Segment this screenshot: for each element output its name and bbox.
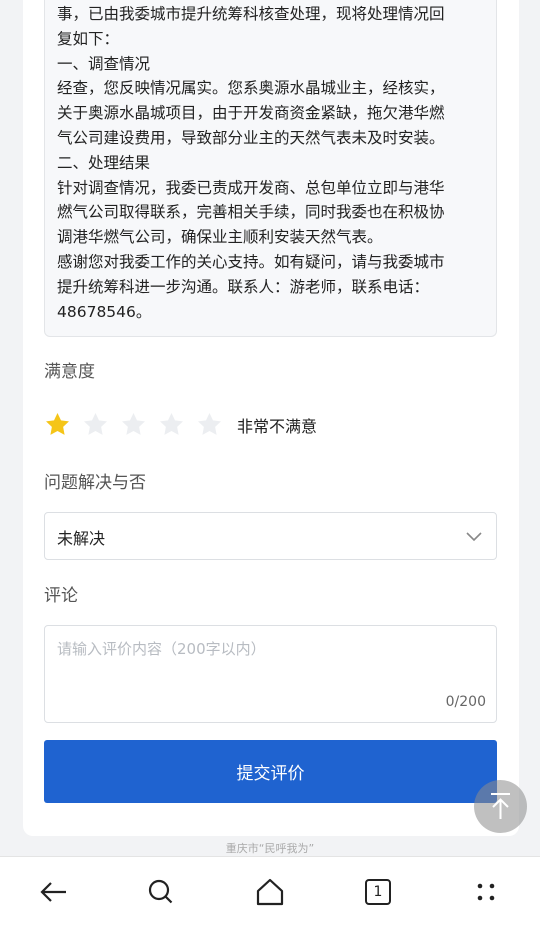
star-icon-3[interactable] — [120, 411, 147, 438]
reply-line: 复如下： — [57, 29, 120, 48]
reply-line: 事，已由我委城市提升统筹科核查处理，现将处理情况回 — [57, 5, 445, 23]
reply-line: 燃气公司取得联系，完善相关手续，同时我委也在积极协 — [57, 203, 445, 222]
satisfaction-title: 满意度 — [44, 362, 95, 382]
comment-title: 评论 — [44, 586, 78, 606]
rating-label: 非常不满意 — [237, 417, 318, 436]
resolved-select[interactable]: 未解决 — [44, 512, 497, 560]
star-rating[interactable] — [44, 409, 234, 439]
star-icon-4[interactable] — [158, 411, 185, 438]
star-icon-5[interactable] — [196, 411, 223, 438]
search-icon[interactable] — [144, 875, 178, 909]
tabs-icon[interactable]: 1 — [361, 875, 395, 909]
reply-line: 提升统筹科进一步沟通。联系人：游老师，联系电话： — [57, 277, 430, 296]
reply-line: 48678546。 — [57, 302, 152, 321]
reply-line: 调港华燃气公司，确保业主顺利安装天然气表。 — [57, 228, 383, 247]
comment-field-wrapper: 0/200 — [44, 625, 497, 723]
reply-line: 二、处理结果 — [57, 153, 151, 172]
evaluation-card: 事，已由我委城市提升统筹科核查处理，现将处理情况回 复如下： 一、调查情况 经查… — [23, 0, 519, 836]
reply-line: 针对调查情况，我委已责成开发商、总包单位立即与港华 — [57, 178, 445, 197]
browser-bottom-nav: 1 — [0, 856, 540, 926]
comment-textarea[interactable] — [45, 626, 496, 722]
resolved-select-value: 未解决 — [57, 529, 106, 548]
reply-line: 关于奥源水晶城项目，由于开发商资金紧缺，拖欠港华燃 — [57, 104, 445, 123]
chevron-down-icon — [466, 532, 482, 542]
reply-line: 气公司建设费用，导致部分业主的天然气表未及时安装。 — [57, 128, 445, 147]
arrow-up-icon — [491, 793, 510, 819]
tab-count: 1 — [373, 884, 383, 900]
char-counter: 0/200 — [445, 694, 486, 710]
reply-line: 经查，您反映情况属实。您系奥源水晶城业主，经核实， — [57, 79, 445, 98]
resolved-title: 问题解决与否 — [44, 473, 146, 493]
more-icon[interactable] — [469, 875, 503, 909]
star-icon-2[interactable] — [82, 411, 109, 438]
star-icon-1[interactable] — [44, 411, 71, 438]
home-icon[interactable] — [253, 875, 287, 909]
footer-text: 重庆市“民呼我为” — [225, 842, 315, 855]
back-arrow-icon[interactable] — [37, 875, 71, 909]
submit-evaluation-button[interactable]: 提交评价 — [44, 740, 497, 803]
reply-line: 一、调查情况 — [57, 54, 151, 73]
back-to-top-button[interactable] — [474, 780, 527, 833]
reply-line: 感谢您对我委工作的关心支持。如有疑问，请与我委城市 — [57, 252, 445, 271]
reply-content-box: 事，已由我委城市提升统筹科核查处理，现将处理情况回 复如下： 一、调查情况 经查… — [44, 0, 497, 337]
